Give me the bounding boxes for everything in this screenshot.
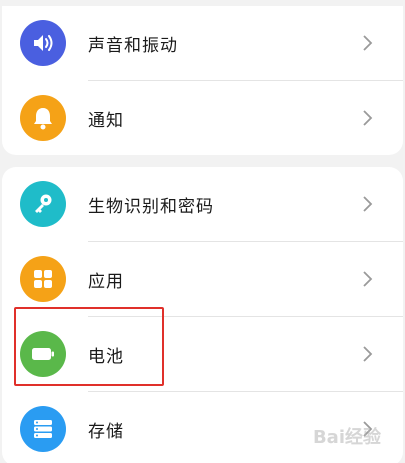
settings-group-sound-notify: 声音和振动 通知 [2, 6, 403, 155]
storage-icon [20, 406, 66, 452]
chevron-right-icon [353, 264, 383, 294]
settings-item-battery[interactable]: 电池 [2, 317, 403, 391]
settings-item-label: 生物识别和密码 [88, 196, 214, 217]
battery-icon [20, 331, 66, 377]
chevron-right-icon [353, 339, 383, 369]
settings-item-label: 应用 [88, 271, 124, 292]
watermark: Bai经验 [312, 427, 381, 448]
settings-item-label: 声音和振动 [88, 35, 178, 56]
chevron-right-icon [353, 103, 383, 133]
settings-group-device: 生物识别和密码 应用 电池 存储 [2, 167, 403, 463]
settings-item-apps[interactable]: 应用 [2, 242, 403, 316]
chevron-right-icon [353, 28, 383, 58]
settings-item-label: 通知 [88, 110, 124, 131]
settings-item-biometrics[interactable]: 生物识别和密码 [2, 167, 403, 241]
group-gap [0, 155, 405, 167]
speaker-icon [20, 20, 66, 66]
key-icon [20, 181, 66, 227]
settings-item-label: 电池 [88, 346, 124, 367]
chevron-right-icon [353, 189, 383, 219]
settings-item-sound[interactable]: 声音和振动 [2, 6, 403, 80]
settings-item-notifications[interactable]: 通知 [2, 81, 403, 155]
bell-icon [20, 95, 66, 141]
apps-grid-icon [20, 256, 66, 302]
